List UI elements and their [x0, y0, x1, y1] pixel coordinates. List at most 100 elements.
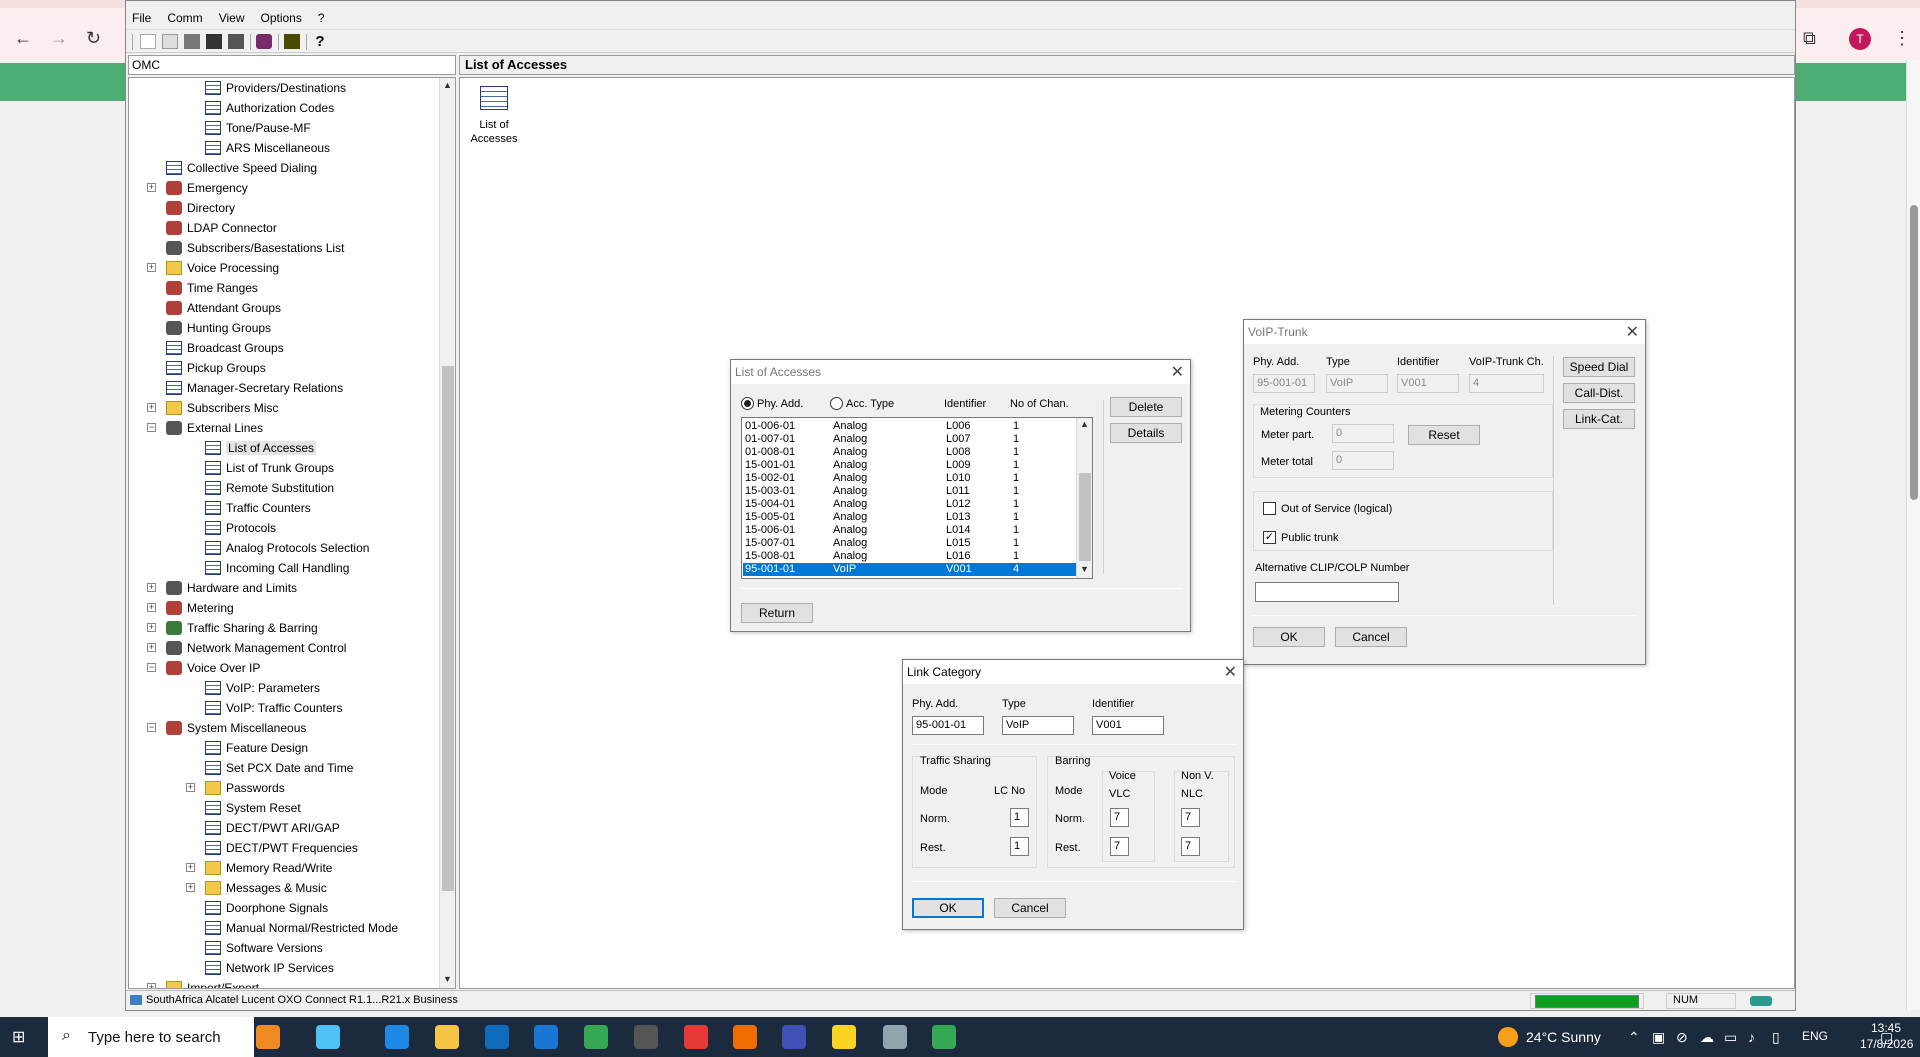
tree-item[interactable]: Incoming Call Handling [205, 558, 349, 578]
ts-norm-input[interactable]: 1 [1010, 808, 1029, 827]
browser-scrollbar-thumb[interactable] [1910, 205, 1918, 500]
tree-item-label[interactable]: Set PCX Date and Time [226, 761, 353, 775]
access-row[interactable]: 95-001-01 VoIP V001 4 [743, 563, 1076, 576]
tree-item-label[interactable]: Pickup Groups [187, 361, 266, 375]
tree-item-label[interactable]: VoIP: Traffic Counters [226, 701, 343, 715]
tree-item-label[interactable]: Software Versions [226, 941, 323, 955]
print-icon[interactable] [256, 34, 272, 49]
tree-item[interactable]: Traffic Sharing & Barring [166, 618, 318, 638]
list-scrollbar[interactable]: ▲ ▼ [1076, 418, 1092, 578]
scroll-up-icon[interactable]: ▲ [1080, 419, 1089, 429]
expand-icon[interactable]: + [186, 863, 195, 872]
tree-item-label[interactable]: Analog Protocols Selection [226, 541, 369, 555]
tree-item[interactable]: Software Versions [205, 938, 323, 958]
tree-item[interactable]: External Lines [166, 418, 263, 438]
tree-item[interactable]: Set PCX Date and Time [205, 758, 353, 778]
out-of-service-checkbox[interactable] [1263, 502, 1276, 515]
browser-scrollbar[interactable] [1906, 60, 1920, 1010]
tree-item[interactable]: Voice Processing [166, 258, 279, 278]
book-icon[interactable] [284, 34, 300, 49]
menu-file[interactable]: File [126, 9, 161, 28]
tree-item-label[interactable]: Collective Speed Dialing [187, 161, 317, 175]
sort-phy-radio[interactable] [741, 397, 754, 410]
tree-scrollbar[interactable]: ▲ ▼ [439, 78, 455, 988]
expand-icon[interactable]: + [147, 263, 156, 272]
tree-item-label[interactable]: Hunting Groups [187, 321, 271, 335]
tree-item[interactable]: List of Accesses [205, 438, 317, 458]
tree-item[interactable]: Tone/Pause-MF [205, 118, 311, 138]
expand-icon[interactable]: + [186, 783, 195, 792]
public-trunk-checkbox[interactable]: ✓ [1263, 531, 1276, 544]
close-icon[interactable]: ✕ [1626, 322, 1639, 342]
vlc-rest-input[interactable]: 7 [1110, 837, 1129, 856]
collapse-icon[interactable]: − [147, 723, 156, 732]
access-row[interactable]: 15-006-01 Analog L014 1 [743, 524, 1076, 537]
tray-chevron-icon[interactable]: ⌃ [1628, 1029, 1640, 1046]
nlc-rest-input[interactable]: 7 [1181, 837, 1200, 856]
tree-scrollbar-thumb[interactable] [442, 366, 454, 891]
taskbar-app-icon[interactable] [256, 1025, 280, 1049]
return-button[interactable]: Return [741, 603, 813, 623]
open-folder-icon[interactable] [162, 34, 178, 49]
expand-icon[interactable]: + [147, 403, 156, 412]
details-button[interactable]: Details [1110, 423, 1182, 443]
tree-item-label[interactable]: Hardware and Limits [187, 581, 297, 595]
access-row[interactable]: 15-007-01 Analog L015 1 [743, 537, 1076, 550]
back-icon[interactable]: ← [14, 28, 32, 49]
tree-item-label[interactable]: Directory [187, 201, 235, 215]
taskbar-app-icon[interactable] [782, 1025, 806, 1049]
collapse-icon[interactable]: − [147, 663, 156, 672]
browser-menu-icon[interactable]: ⋮ [1893, 28, 1911, 49]
tree-item-label[interactable]: List of Accesses [226, 441, 317, 455]
tree-item[interactable]: Analog Protocols Selection [205, 538, 369, 558]
tray-pc-icon[interactable]: ▭ [1724, 1029, 1737, 1046]
taskbar-app-icon[interactable] [385, 1025, 409, 1049]
save-icon[interactable] [206, 34, 222, 49]
weather-sun-icon[interactable] [1498, 1027, 1518, 1047]
tree-item-label[interactable]: Subscribers/Basestations List [187, 241, 344, 255]
collapse-icon[interactable]: − [147, 423, 156, 432]
reset-button[interactable]: Reset [1408, 425, 1480, 445]
tree-item[interactable]: Hunting Groups [166, 318, 271, 338]
tree-item-label[interactable]: ARS Miscellaneous [226, 141, 330, 155]
tree-item-label[interactable]: Providers/Destinations [226, 81, 346, 95]
taskbar-app-icon[interactable] [435, 1025, 459, 1049]
tree-item[interactable]: Messages & Music [205, 878, 327, 898]
tree-item-label[interactable]: Messages & Music [226, 881, 327, 895]
tree-item[interactable]: VoIP: Traffic Counters [205, 698, 343, 718]
taskbar-app-icon[interactable] [832, 1025, 856, 1049]
tree-item-label[interactable]: LDAP Connector [187, 221, 277, 235]
weather-text[interactable]: 24°C Sunny [1526, 1029, 1601, 1045]
forward-icon[interactable]: → [50, 28, 68, 49]
expand-icon[interactable]: + [147, 183, 156, 192]
tree-item[interactable]: Traffic Counters [205, 498, 311, 518]
tree-item[interactable]: System Miscellaneous [166, 718, 306, 738]
access-row[interactable]: 15-003-01 Analog L011 1 [743, 485, 1076, 498]
ok-button[interactable]: OK [912, 898, 984, 918]
tree-item[interactable]: DECT/PWT ARI/GAP [205, 818, 340, 838]
help-icon[interactable]: ? [312, 34, 328, 49]
tree-item[interactable]: Manual Normal/Restricted Mode [205, 918, 398, 938]
tree-item[interactable]: Time Ranges [166, 278, 258, 298]
tree-item-label[interactable]: Passwords [226, 781, 285, 795]
tree-item[interactable]: Network Management Control [166, 638, 346, 658]
close-icon[interactable]: ✕ [1171, 362, 1184, 382]
accesses-list[interactable]: ▲ ▼ 01-006-01 Analog L006 1 01-007-01 Analog L… [741, 417, 1093, 579]
taskbar-app-icon[interactable] [534, 1025, 558, 1049]
profile-avatar[interactable]: T [1849, 28, 1871, 50]
link-cat-button[interactable]: Link-Cat. [1563, 409, 1635, 429]
list-of-accesses-icon[interactable] [480, 86, 508, 110]
tree-item[interactable]: List of Trunk Groups [205, 458, 334, 478]
tree-item[interactable]: VoIP: Parameters [205, 678, 320, 698]
sort-phy-label[interactable]: Phy. Add. [757, 398, 803, 410]
tree-item[interactable]: Import/Export [166, 978, 259, 988]
expand-icon[interactable]: + [147, 623, 156, 632]
tray-app-icon[interactable]: ▣ [1652, 1029, 1665, 1046]
tree-item[interactable]: System Reset [205, 798, 301, 818]
expand-icon[interactable]: + [147, 603, 156, 612]
tree-item-label[interactable]: Manager-Secretary Relations [187, 381, 343, 395]
tree-item-label[interactable]: DECT/PWT ARI/GAP [226, 821, 340, 835]
tree-item[interactable]: Feature Design [205, 738, 308, 758]
notification-icon[interactable]: ▢ [1880, 1029, 1893, 1046]
sort-acc-label[interactable]: Acc. Type [846, 398, 894, 410]
